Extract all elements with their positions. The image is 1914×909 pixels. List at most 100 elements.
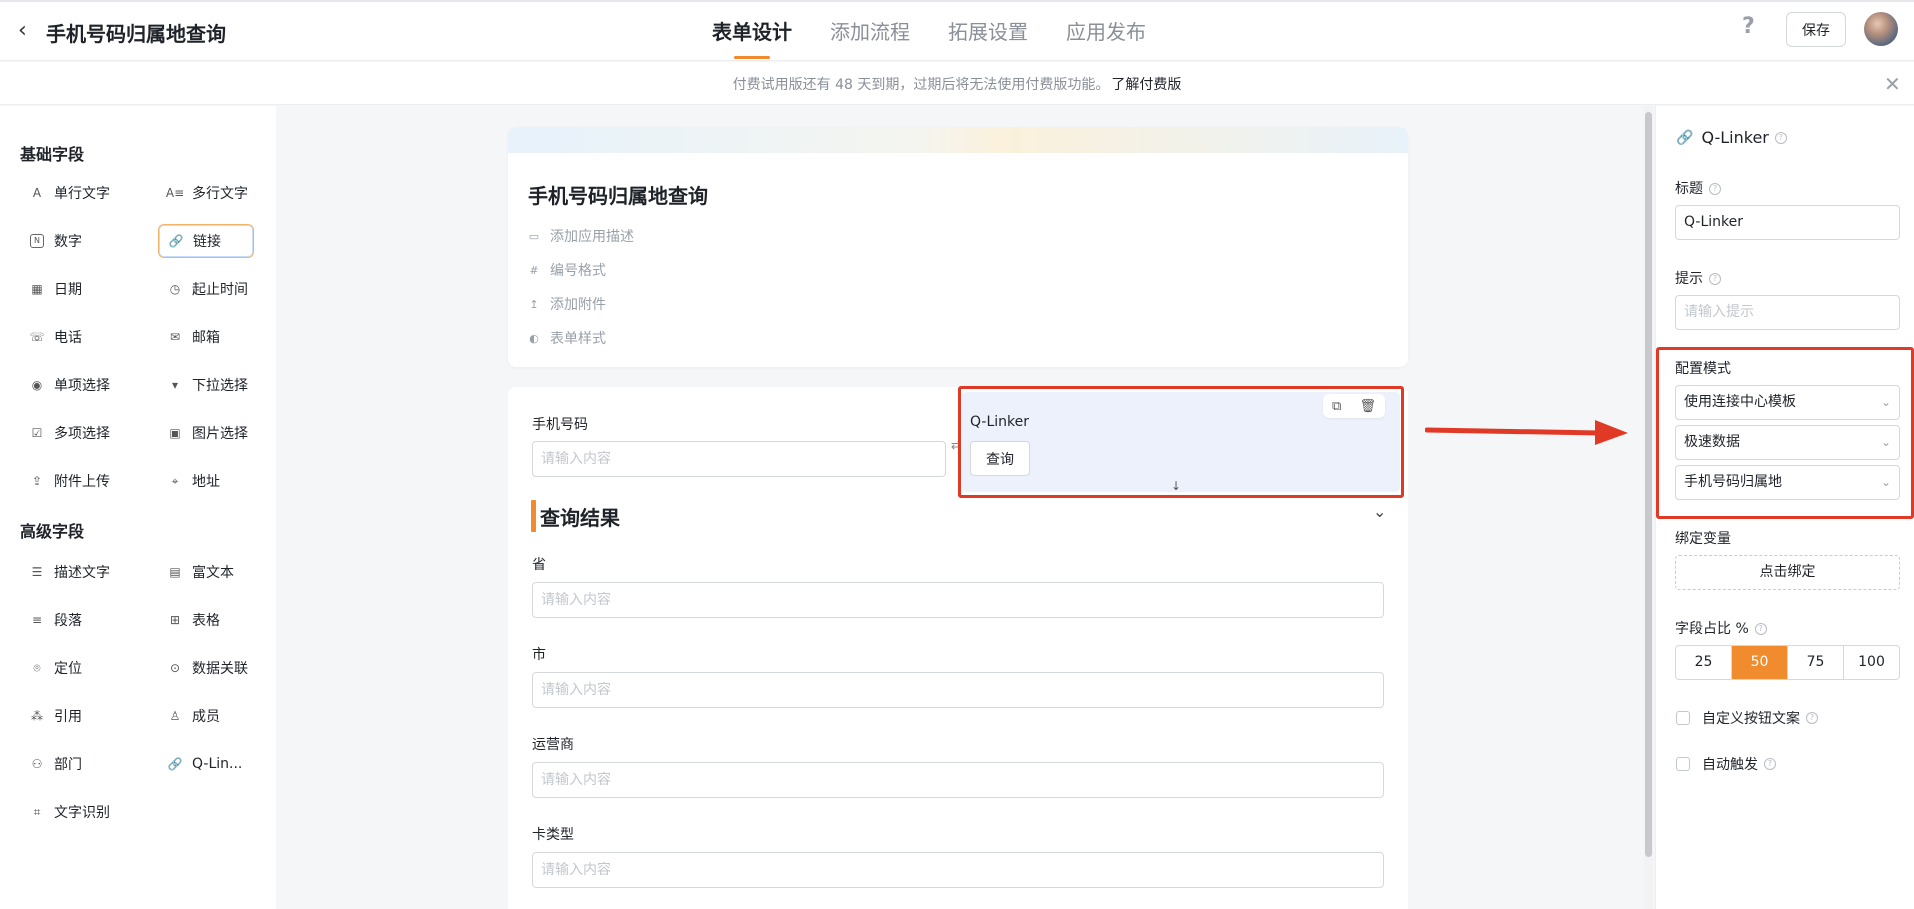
section-accent-bar — [531, 500, 536, 532]
field-single-choice[interactable]: ◉ 单项选择 — [20, 368, 116, 402]
tab-add-flow[interactable]: 添加流程 — [830, 16, 910, 45]
field-reference[interactable]: ⁂ 引用 — [20, 699, 116, 733]
add-attachment-option[interactable]: ↥ 添加附件 — [528, 294, 606, 314]
ratio-label-text: 字段占比 % — [1675, 621, 1749, 637]
phone-icon: ☏ — [29, 330, 45, 344]
q-linker-title: Q-Linker — [970, 414, 1030, 430]
tab-extension-settings[interactable]: 拓展设置 — [948, 16, 1028, 45]
custom-button-text-row[interactable]: 自定义按钮文案? — [1676, 708, 1818, 728]
field-label: 数字 — [54, 234, 82, 250]
auto-trigger-checkbox[interactable] — [1676, 757, 1690, 771]
field-multi-text[interactable]: A≡ 多行文字 — [158, 176, 254, 210]
custom-button-text-checkbox[interactable] — [1676, 711, 1690, 725]
field-number[interactable]: N 数字 — [20, 224, 116, 258]
ratio-option-25[interactable]: 25 — [1676, 646, 1732, 679]
chevron-left-icon[interactable]: ‹ — [18, 20, 36, 44]
question-icon[interactable]: ? — [1754, 623, 1767, 635]
bind-variable-label: 绑定变量 — [1675, 531, 1731, 547]
title-input[interactable]: Q-Linker — [1675, 205, 1900, 240]
query-button[interactable]: 查询 — [970, 441, 1030, 476]
data-source-select[interactable]: 极速数据 ⌄ — [1675, 425, 1900, 460]
swap-icon[interactable]: ⇄ — [951, 438, 961, 452]
canvas-scrollbar[interactable] — [1645, 112, 1652, 857]
arrow-down-icon[interactable]: ↓ — [1171, 479, 1181, 493]
delete-icon[interactable]: 🗑 — [1359, 399, 1376, 414]
field-email[interactable]: ✉ 邮箱 — [158, 320, 254, 354]
question-icon[interactable]: ? — [1709, 183, 1721, 195]
city-input[interactable]: 请输入内容 — [532, 672, 1384, 708]
field-member[interactable]: ♙ 成员 — [158, 699, 254, 733]
province-input[interactable]: 请输入内容 — [532, 582, 1384, 618]
close-icon[interactable]: ✕ — [1884, 72, 1901, 96]
config-mode-label: 配置模式 — [1675, 361, 1731, 377]
learn-paid-link[interactable]: 了解付费版 — [1111, 77, 1181, 93]
option-label: 添加附件 — [550, 297, 606, 313]
field-label: 文字识别 — [54, 805, 110, 821]
field-label: 起止时间 — [192, 282, 248, 298]
question-icon[interactable]: ? — [1806, 712, 1818, 724]
question-icon[interactable]: ? — [1774, 131, 1787, 144]
tab-app-publish[interactable]: 应用发布 — [1066, 16, 1146, 45]
field-date-range[interactable]: ◷ 起止时间 — [158, 272, 254, 306]
field-department[interactable]: ⚇ 部门 — [20, 747, 116, 781]
field-label: Q-Lin... — [192, 756, 243, 772]
field-q-linker[interactable]: 🔗 Q-Lin... — [158, 747, 254, 781]
field-table[interactable]: ⊞ 表格 — [158, 603, 254, 637]
field-label: 日期 — [54, 282, 82, 298]
field-ratio-label: 字段占比 %? — [1675, 618, 1767, 638]
field-rich-text[interactable]: ▤ 富文本 — [158, 555, 254, 589]
save-button[interactable]: 保存 — [1786, 12, 1846, 47]
field-paragraph[interactable]: ≡ 段落 — [20, 603, 116, 637]
template-select[interactable]: 手机号码归属地 ⌄ — [1675, 465, 1900, 500]
number-format-icon: # — [529, 263, 539, 277]
bind-variable-button[interactable]: 点击绑定 — [1675, 555, 1900, 590]
question-icon[interactable]: ? — [1709, 273, 1721, 285]
field-date[interactable]: ▦ 日期 — [20, 272, 116, 306]
card-type-input[interactable]: 请输入内容 — [532, 852, 1384, 888]
field-attachment[interactable]: ⇪ 附件上传 — [20, 464, 116, 498]
carrier-input[interactable]: 请输入内容 — [532, 762, 1384, 798]
ratio-option-50[interactable]: 50 — [1732, 646, 1788, 679]
field-address[interactable]: ⌖ 地址 — [158, 464, 254, 498]
add-description-option[interactable]: ▭ 添加应用描述 — [528, 226, 634, 246]
field-phone[interactable]: ☏ 电话 — [20, 320, 116, 354]
field-link[interactable]: 🔗 链接 — [158, 224, 254, 258]
upload-icon: ⇪ — [31, 474, 43, 488]
field-multi-choice[interactable]: ☑ 多项选择 — [20, 416, 116, 450]
field-label: 数据关联 — [192, 661, 248, 677]
config-mode-select[interactable]: 使用连接中心模板 ⌄ — [1675, 385, 1900, 420]
ratio-option-100[interactable]: 100 — [1844, 646, 1899, 679]
field-label: 多行文字 — [192, 186, 248, 202]
mail-icon: ✉ — [169, 330, 181, 344]
field-label: 下拉选择 — [192, 378, 248, 394]
help-icon[interactable]: ? — [1742, 14, 1764, 42]
copy-icon[interactable]: ⧉ — [1332, 399, 1341, 414]
option-label: 添加应用描述 — [550, 229, 634, 245]
field-label: 成员 — [192, 709, 220, 725]
table-icon: ⊞ — [169, 613, 181, 627]
form-style-option[interactable]: ◐ 表单样式 — [528, 328, 606, 348]
number-format-option[interactable]: # 编号格式 — [528, 260, 606, 280]
field-image-choice[interactable]: ▣ 图片选择 — [158, 416, 254, 450]
question-icon[interactable]: ? — [1764, 758, 1776, 770]
field-label: 部门 — [54, 757, 82, 773]
field-location[interactable]: ⌾ 定位 — [20, 651, 116, 685]
phone-input[interactable]: 请输入内容 — [532, 441, 946, 477]
chevron-down-icon: ⌄ — [1880, 475, 1891, 489]
ratio-option-75[interactable]: 75 — [1788, 646, 1844, 679]
hint-input[interactable]: 请输入提示 — [1675, 295, 1900, 330]
image-icon: ▣ — [169, 426, 181, 440]
field-single-text[interactable]: A 单行文字 — [20, 176, 116, 210]
field-label: 多项选择 — [54, 426, 110, 442]
field-dropdown[interactable]: ▾ 下拉选择 — [158, 368, 254, 402]
form-title[interactable]: 手机号码归属地查询 — [528, 180, 708, 209]
field-description[interactable]: ☰ 描述文字 — [20, 555, 116, 589]
avatar[interactable] — [1864, 12, 1898, 46]
tab-form-design[interactable]: 表单设计 — [712, 16, 792, 45]
chevron-down-icon[interactable]: ⌄ — [1373, 502, 1386, 521]
field-label: 富文本 — [192, 565, 234, 581]
field-ocr[interactable]: ⌗ 文字识别 — [20, 795, 116, 829]
auto-trigger-row[interactable]: 自动触发? — [1676, 754, 1776, 774]
field-data-link[interactable]: ⊙ 数据关联 — [158, 651, 254, 685]
description-icon: ☰ — [31, 565, 43, 579]
